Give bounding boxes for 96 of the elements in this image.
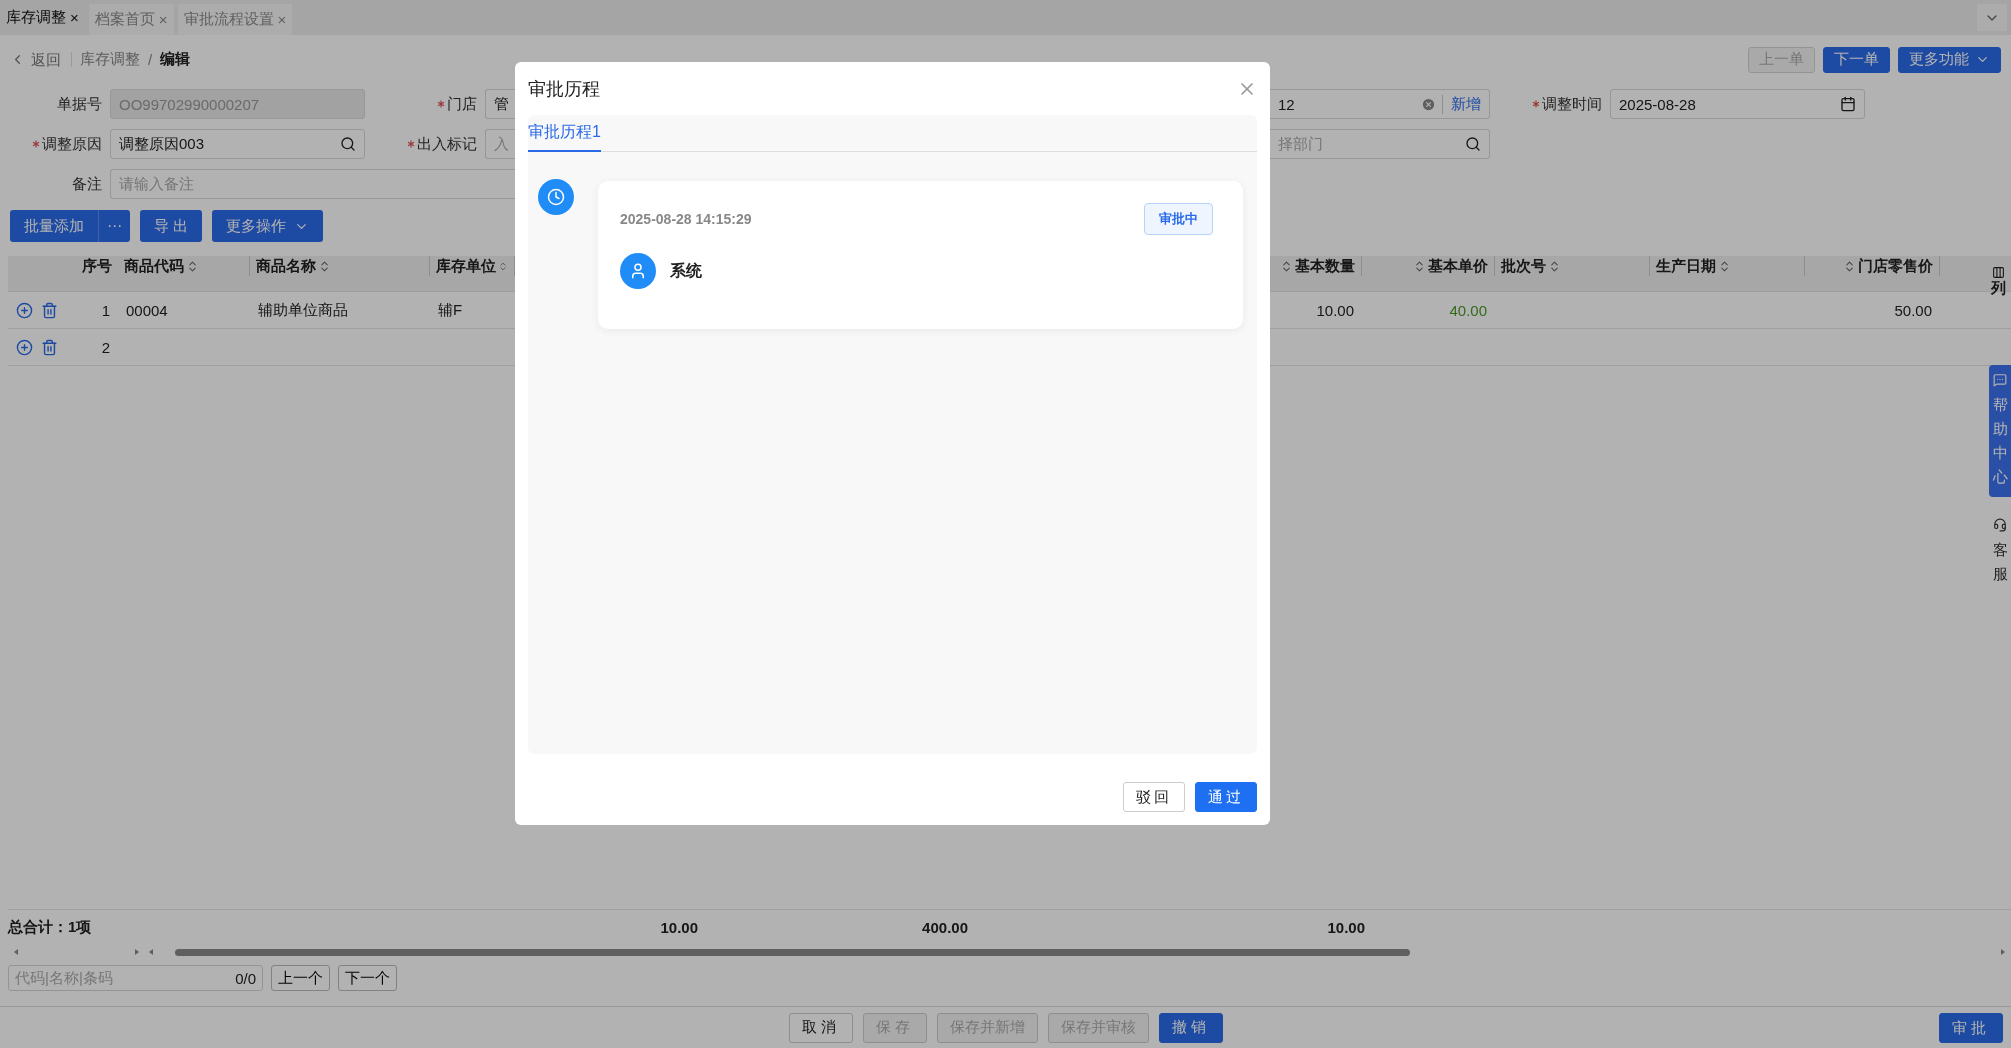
breadcrumb-item[interactable]: 编辑 bbox=[160, 50, 191, 69]
column-header: 批次号 bbox=[1501, 256, 1546, 276]
total-value: 400.00 bbox=[921, 918, 968, 936]
columns-icon[interactable] bbox=[1991, 266, 2005, 279]
page-tab[interactable]: 审批流程设置 × bbox=[177, 4, 293, 35]
input-field[interactable]: 请输入备注 bbox=[110, 169, 515, 199]
add-link[interactable]: 新增 bbox=[1442, 94, 1481, 114]
calendar-icon[interactable] bbox=[1840, 96, 1856, 112]
tabs-menu-button[interactable] bbox=[1977, 4, 2007, 31]
history-tab[interactable]: 审批历程1 bbox=[528, 115, 601, 152]
table-cell: 50.00 bbox=[1894, 301, 1932, 319]
sort-icon[interactable] bbox=[1413, 259, 1426, 273]
table-cell: 10.00 bbox=[1316, 301, 1354, 319]
table-cell: 40.00 bbox=[1449, 301, 1487, 319]
column-header: 商品名称 bbox=[256, 256, 316, 276]
breadcrumb-separator: / bbox=[148, 51, 153, 68]
scroll-left-icon[interactable] bbox=[12, 948, 20, 956]
input-field[interactable]: 入 bbox=[485, 129, 515, 159]
close-icon[interactable]: × bbox=[158, 11, 168, 28]
input-field[interactable]: 管 bbox=[485, 89, 515, 119]
close-icon[interactable]: × bbox=[70, 9, 79, 26]
input-field[interactable]: 调整原因003 bbox=[110, 129, 365, 159]
table-cell: 辅F bbox=[438, 300, 463, 318]
user-avatar-icon bbox=[620, 253, 656, 289]
locate-button[interactable]: 上一个 bbox=[271, 965, 330, 991]
nav-button[interactable]: 下一单 bbox=[1823, 46, 1890, 73]
table-cell: 00004 bbox=[126, 301, 168, 319]
row-number: 2 bbox=[101, 338, 110, 356]
scroll-right-icon[interactable] bbox=[1999, 948, 2007, 956]
input-field[interactable]: 2025-08-28 bbox=[1610, 89, 1865, 119]
locate-field[interactable]: 代码|名称|条码 0/0 bbox=[8, 965, 263, 991]
delete-icon[interactable] bbox=[41, 301, 58, 319]
scroll-left-icon[interactable] bbox=[147, 948, 155, 956]
column-header: 序号 bbox=[82, 256, 112, 276]
column-header: 库存单位 bbox=[436, 256, 496, 276]
dropdown-button[interactable]: 更多操作 bbox=[212, 210, 324, 242]
delete-icon[interactable] bbox=[41, 338, 58, 356]
action-button[interactable]: 取消 bbox=[788, 1012, 853, 1043]
required-icon bbox=[407, 140, 415, 148]
totals-label: 总合计：1项 bbox=[8, 917, 93, 937]
chat-icon bbox=[1993, 373, 2007, 387]
locate-button[interactable]: 下一个 bbox=[338, 965, 397, 991]
field-label: 调整时间 bbox=[1490, 94, 1610, 114]
timestamp: 2025-08-28 14:15:29 bbox=[620, 211, 752, 227]
column-header: 基本数量 bbox=[1295, 256, 1355, 276]
nav-button[interactable]: 更多功能 bbox=[1898, 46, 2001, 73]
column-header: 商品代码 bbox=[124, 256, 184, 276]
add-row-icon[interactable] bbox=[16, 301, 33, 319]
clear-icon[interactable] bbox=[1421, 96, 1436, 112]
required-icon bbox=[1532, 100, 1540, 108]
column-settings[interactable]: 列 bbox=[1990, 279, 2006, 298]
sort-icon[interactable] bbox=[1843, 259, 1856, 273]
clock-icon bbox=[538, 179, 574, 215]
field-label: 门店 bbox=[365, 94, 485, 114]
column-header: 基本单价 bbox=[1428, 256, 1488, 276]
row-number: 1 bbox=[101, 301, 110, 319]
search-icon[interactable] bbox=[340, 136, 356, 152]
dialog-title: 审批历程 bbox=[528, 77, 600, 101]
export-button[interactable]: 导 出 bbox=[140, 210, 203, 242]
user-name: 系统 bbox=[670, 260, 702, 281]
search-icon[interactable] bbox=[1465, 136, 1481, 152]
sort-icon[interactable] bbox=[1280, 259, 1293, 273]
breadcrumb-item[interactable]: 库存调整 bbox=[80, 50, 140, 69]
close-icon[interactable]: × bbox=[277, 11, 287, 28]
required-icon bbox=[437, 100, 445, 108]
add-row-icon[interactable] bbox=[16, 338, 33, 356]
match-count: 0/0 bbox=[235, 969, 256, 987]
field-label: 备注 bbox=[71, 174, 103, 194]
scroll-right-icon[interactable] bbox=[133, 948, 141, 956]
help-tab[interactable]: 帮助中心 bbox=[1989, 365, 2011, 497]
field-label: 出入标记 bbox=[365, 134, 485, 154]
sort-icon[interactable] bbox=[186, 259, 199, 273]
sort-icon[interactable] bbox=[1548, 259, 1561, 273]
required-icon bbox=[32, 140, 40, 148]
back-link[interactable]: 返回 bbox=[10, 52, 72, 67]
more-button[interactable]: ⋯ bbox=[98, 210, 130, 242]
column-header: 门店零售价 bbox=[1858, 256, 1933, 276]
dialog-button[interactable]: 驳回 bbox=[1123, 782, 1185, 812]
input-field[interactable]: 择部门 bbox=[1270, 129, 1490, 159]
total-value: 10.00 bbox=[1326, 918, 1365, 936]
approve-button[interactable]: 审批 bbox=[1939, 1013, 2003, 1043]
table-cell: 辅助单位商品 bbox=[258, 300, 348, 318]
field-label: 调整原因 bbox=[0, 134, 110, 154]
status-tag: 审批中 bbox=[1144, 203, 1213, 235]
page-tab[interactable]: 档案首页 × bbox=[88, 4, 174, 35]
column-header: 生产日期 bbox=[1656, 256, 1716, 276]
input-field[interactable]: 12 新增 bbox=[1270, 89, 1490, 119]
sort-icon[interactable] bbox=[318, 259, 331, 273]
headset-icon bbox=[1993, 518, 2007, 532]
sort-icon[interactable] bbox=[1718, 259, 1731, 273]
scrollbar-thumb[interactable] bbox=[175, 948, 1410, 956]
total-value: 10.00 bbox=[659, 918, 698, 936]
batch-add-button[interactable]: 批量添加 bbox=[10, 210, 98, 242]
dialog-button[interactable]: 通过 bbox=[1195, 782, 1257, 812]
action-button[interactable]: 撤销 bbox=[1158, 1012, 1223, 1043]
field-label: 单据号 bbox=[56, 94, 103, 114]
